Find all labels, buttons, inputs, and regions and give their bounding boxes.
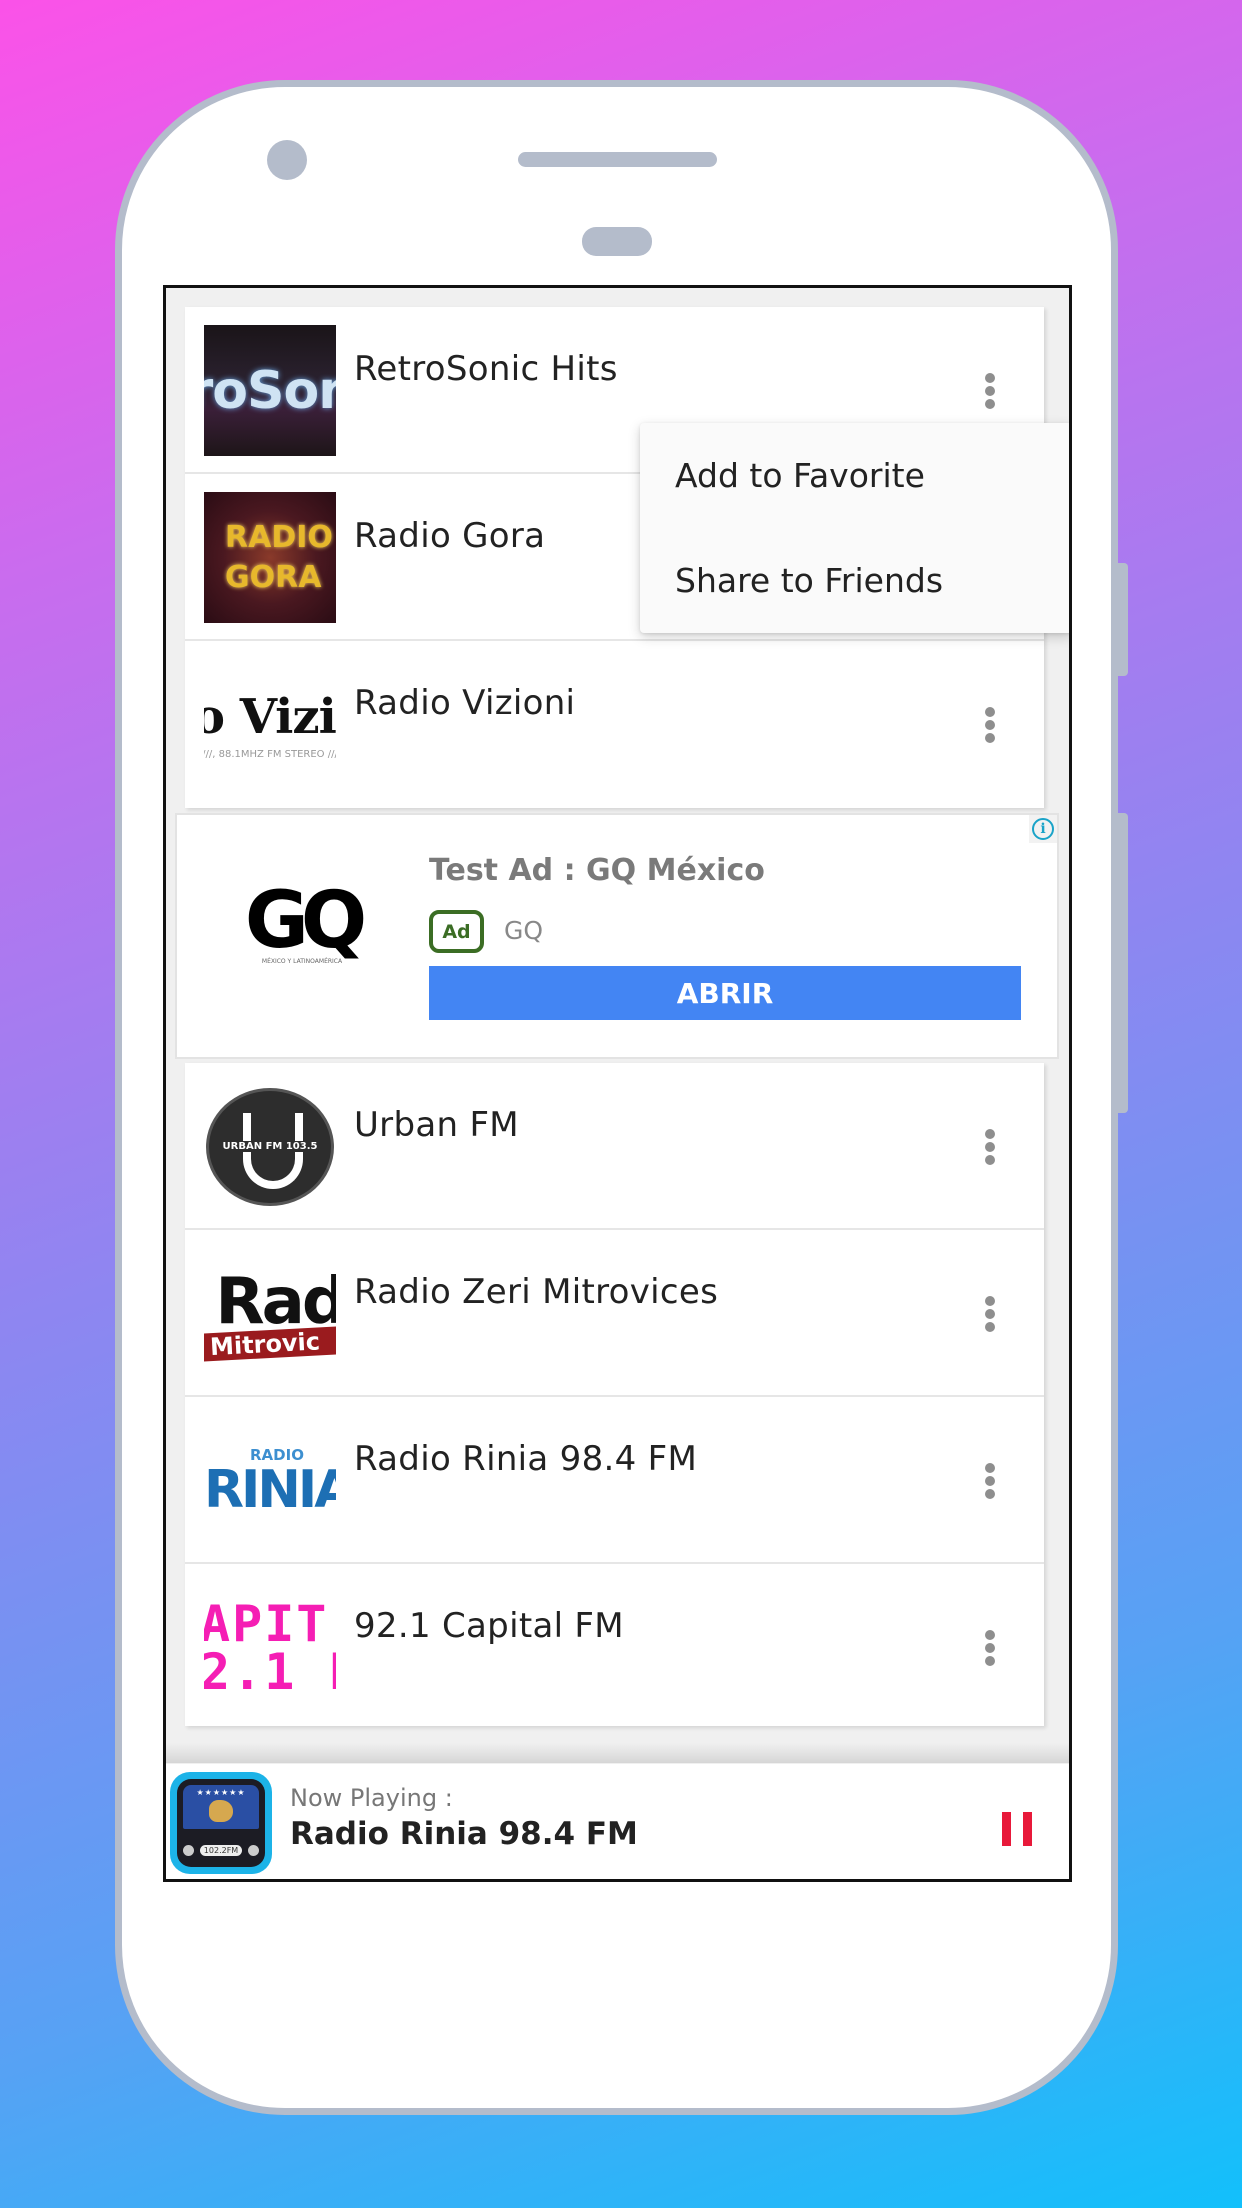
station-name: Urban FM (354, 1105, 519, 1145)
station-name: Radio Vizioni (354, 683, 576, 723)
station-thumbnail: RADIO GORA (204, 492, 336, 623)
station-thumbnail: RADIO RINIA (204, 1415, 336, 1546)
radio-app-icon: ★★★★★★ 102.2FM (170, 1772, 272, 1874)
ad-badge: Ad (429, 910, 484, 953)
radio-dial: 102.2FM (183, 1841, 259, 1859)
menu-item-add-favorite[interactable]: Add to Favorite (640, 423, 1069, 528)
thumbnail-subtext: ///, 88.1MHZ FM STEREO /// (204, 749, 336, 760)
station-row[interactable]: URBAN FM 103.5 Urban FM (185, 1063, 1044, 1230)
more-options-icon[interactable] (980, 1294, 1000, 1334)
ad-logo-subtext: MÉXICO Y LATINOAMÉRICA (261, 957, 343, 965)
thumbnail-text: dio Vizio (204, 689, 336, 745)
station-thumbnail: troSon (204, 325, 336, 456)
station-name: RetroSonic Hits (354, 349, 618, 389)
ad-headline: Test Ad : GQ México (429, 853, 765, 888)
station-name: Radio Zeri Mitrovices (354, 1272, 719, 1312)
station-name: Radio Gora (354, 516, 546, 556)
thumbnail-text: troSon (204, 360, 336, 421)
station-thumbnail: Rad Mitrovic (204, 1248, 336, 1379)
native-ad[interactable]: i GQ MÉXICO Y LATINOAMÉRICA Test Ad : GQ… (175, 813, 1059, 1059)
ad-advertiser: GQ (504, 916, 544, 945)
station-thumbnail: dio Vizio ///, 88.1MHZ FM STEREO /// (204, 659, 336, 790)
station-row[interactable]: RADIO RINIA Radio Rinia 98.4 FM (185, 1397, 1044, 1564)
station-list-bottom: URBAN FM 103.5 Urban FM Rad Mitrovic Rad… (185, 1063, 1044, 1726)
popup-menu: Add to Favorite Share to Friends (640, 423, 1069, 633)
urban-logo: URBAN FM 103.5 (206, 1087, 334, 1206)
app-screen: troSon RetroSonic Hits RADIO GORA Radio … (163, 285, 1072, 1882)
pause-icon[interactable] (1002, 1812, 1032, 1846)
ad-logo: GQ MÉXICO Y LATINOAMÉRICA (232, 875, 372, 966)
more-options-icon[interactable] (980, 371, 1000, 411)
proximity-sensor (582, 227, 652, 256)
thumbnail-text: RADIO GORA (225, 519, 333, 595)
thumbnail-text: Rad (215, 1264, 336, 1339)
station-name: Radio Rinia 98.4 FM (354, 1439, 698, 1479)
now-playing-station: Radio Rinia 98.4 FM (290, 1816, 638, 1852)
menu-item-share-friends[interactable]: Share to Friends (640, 528, 1069, 633)
station-thumbnail: URBAN FM 103.5 (204, 1081, 336, 1212)
station-row[interactable]: APIT 2.1 F 92.1 Capital FM (185, 1564, 1044, 1731)
kosovo-flag-icon: ★★★★★★ (183, 1785, 259, 1830)
station-row[interactable]: dio Vizio ///, 88.1MHZ FM STEREO /// Rad… (185, 641, 1044, 808)
more-options-icon[interactable] (980, 705, 1000, 745)
thumbnail-text: RINIA (204, 1459, 336, 1520)
flag-stars: ★★★★★★ (196, 1788, 246, 1797)
station-row[interactable]: Rad Mitrovic Radio Zeri Mitrovices (185, 1230, 1044, 1397)
more-options-icon[interactable] (980, 1461, 1000, 1501)
thumbnail-text: URBAN FM 103.5 (220, 1141, 320, 1152)
now-playing-bar[interactable]: ★★★★★★ 102.2FM Now Playing : Radio Rinia… (166, 1764, 1069, 1879)
thumbnail-text: APIT (204, 1594, 329, 1653)
station-name: 92.1 Capital FM (354, 1606, 624, 1646)
front-camera (267, 140, 307, 180)
now-playing-label: Now Playing : (290, 1784, 453, 1812)
ad-logo-text: GQ (244, 875, 367, 966)
ad-info-icon[interactable]: i (1029, 815, 1057, 843)
station-thumbnail: APIT 2.1 F (204, 1582, 336, 1713)
ad-cta-button[interactable]: ABRIR (429, 966, 1021, 1020)
earpiece-speaker (518, 152, 717, 167)
more-options-icon[interactable] (980, 1628, 1000, 1668)
player-divider (166, 1743, 1069, 1763)
info-glyph: i (1032, 818, 1054, 840)
thumbnail-subtext: 2.1 F (204, 1642, 336, 1701)
more-options-icon[interactable] (980, 1127, 1000, 1167)
dial-frequency: 102.2FM (199, 1844, 243, 1856)
